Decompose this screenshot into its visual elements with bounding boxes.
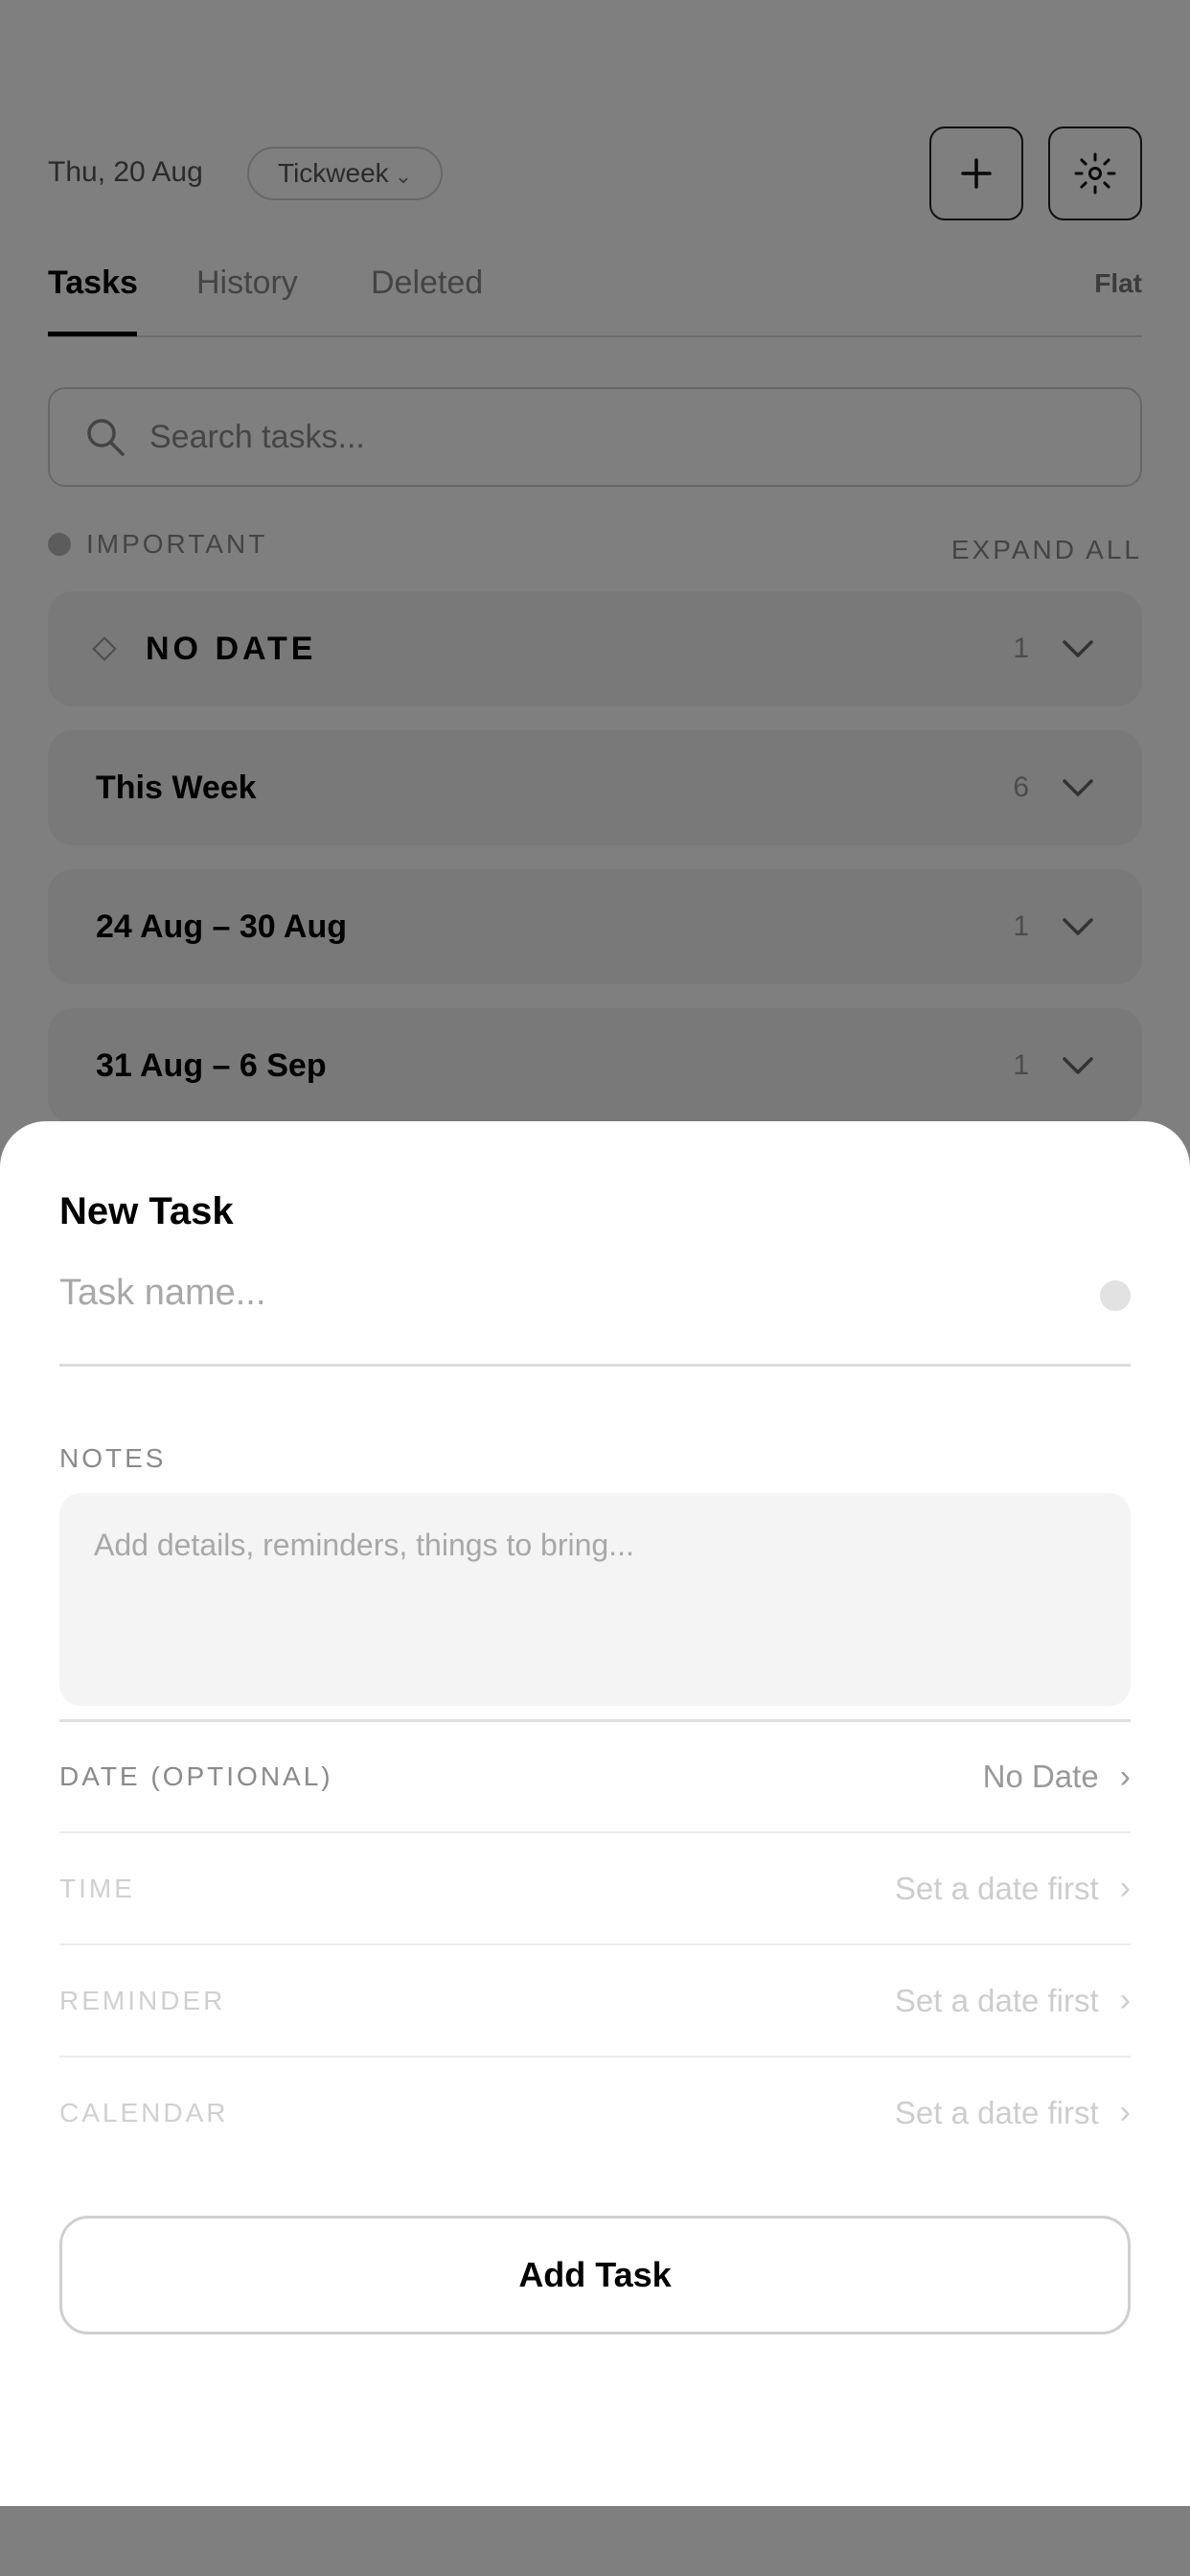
task-name-input[interactable]: Task name... bbox=[59, 1265, 1131, 1367]
chevron-right-icon: › bbox=[1119, 1982, 1131, 2018]
chevron-right-icon: › bbox=[1119, 1870, 1131, 1906]
add-task-submit-button[interactable]: Add Task bbox=[59, 2216, 1131, 2334]
row-label: CALENDAR bbox=[59, 2097, 229, 2128]
new-task-sheet: New Task Task name... NOTES Add details,… bbox=[0, 1121, 1190, 2506]
calendar-row[interactable]: CALENDAR Set a date first › bbox=[59, 2056, 1131, 2168]
row-label: DATE (OPTIONAL) bbox=[59, 1761, 333, 1791]
row-value: Set a date first bbox=[894, 1870, 1099, 1906]
important-toggle[interactable] bbox=[1100, 1280, 1131, 1311]
row-value: Set a date first bbox=[894, 1982, 1099, 2018]
sheet-title: New Task bbox=[59, 1190, 234, 1232]
reminder-row[interactable]: REMINDER Set a date first › bbox=[59, 1944, 1131, 2056]
date-row[interactable]: DATE (OPTIONAL) No Date › bbox=[59, 1719, 1131, 1831]
time-row[interactable]: TIME Set a date first › bbox=[59, 1831, 1131, 1944]
task-name-placeholder: Task name... bbox=[59, 1273, 266, 1313]
chevron-right-icon: › bbox=[1119, 2094, 1131, 2130]
row-value: No Date bbox=[982, 1759, 1099, 1794]
row-label: TIME bbox=[59, 1873, 135, 1903]
row-value: Set a date first bbox=[894, 2094, 1099, 2130]
notes-placeholder: Add details, reminders, things to bring.… bbox=[94, 1528, 634, 1562]
notes-label: NOTES bbox=[59, 1443, 167, 1473]
row-label: REMINDER bbox=[59, 1985, 226, 2015]
chevron-right-icon: › bbox=[1119, 1758, 1131, 1795]
notes-field[interactable]: Add details, reminders, things to bring.… bbox=[59, 1493, 1131, 1706]
